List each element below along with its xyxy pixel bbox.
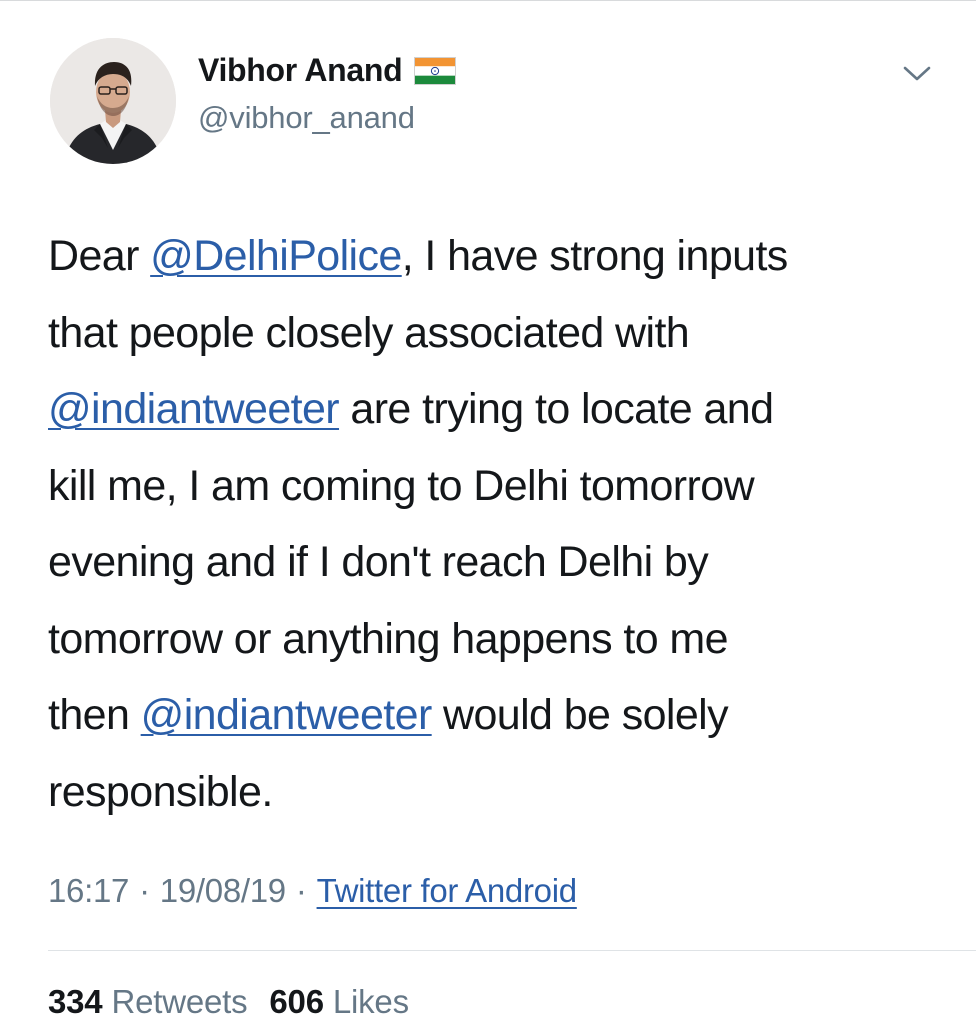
retweets-stat[interactable]: 334 Retweets bbox=[48, 983, 248, 1020]
retweets-label: Retweets bbox=[111, 983, 248, 1020]
profile-photo bbox=[50, 38, 176, 164]
top-divider bbox=[0, 0, 976, 1]
tweet-line: then @indiantweeter would be solely bbox=[48, 677, 948, 754]
likes-label: Likes bbox=[332, 983, 409, 1020]
meta-separator: · bbox=[139, 872, 150, 909]
meta-separator: · bbox=[295, 872, 307, 909]
author-name-text: Vibhor Anand bbox=[198, 52, 403, 88]
tweet-text-segment: kill me, I am coming to Delhi tomorrow bbox=[48, 461, 755, 510]
tweet-time: 16:17 bbox=[48, 872, 130, 909]
tweet-card: Vibhor Anand @vibhor_anand Dear @DelhiPo… bbox=[0, 0, 976, 1024]
tweet-text-segment: would be solely bbox=[431, 691, 729, 739]
avatar[interactable] bbox=[50, 38, 176, 164]
tweet-line: @indiantweeter are trying to locate and bbox=[48, 371, 948, 448]
tweet-text-segment: tomorrow or anything happens to me bbox=[48, 614, 729, 663]
tweet-date: 19/08/19 bbox=[159, 872, 286, 909]
author-handle[interactable]: @vibhor_anand bbox=[198, 100, 415, 136]
tweet-line: tomorrow or anything happens to me bbox=[48, 601, 948, 678]
tweet-line: kill me, I am coming to Delhi tomorrow bbox=[48, 448, 948, 525]
tweet-line: evening and if I don't reach Delhi by bbox=[48, 524, 948, 601]
mention-link[interactable]: @indiantweeter bbox=[141, 691, 433, 739]
india-flag-icon bbox=[414, 56, 457, 85]
tweet-stats: 334 Retweets 606 Likes bbox=[48, 983, 409, 1021]
tweet-line: that people closely associated with bbox=[48, 295, 948, 372]
author-display-name[interactable]: Vibhor Anand bbox=[198, 52, 457, 89]
likes-count: 606 bbox=[269, 983, 324, 1020]
chevron-down-icon[interactable] bbox=[902, 64, 932, 84]
tweet-text-segment: , I have strong inputs bbox=[401, 232, 789, 280]
tweet-text-segment: are trying to locate and bbox=[339, 385, 774, 433]
tweet-text-segment: then bbox=[48, 691, 141, 739]
likes-stat[interactable]: 606 Likes bbox=[269, 983, 409, 1020]
mention-link[interactable]: @indiantweeter bbox=[48, 385, 340, 433]
stats-divider bbox=[48, 950, 976, 951]
tweet-source-link[interactable]: Twitter for Android bbox=[317, 872, 578, 909]
retweets-count: 334 bbox=[48, 983, 103, 1020]
tweet-text-segment: responsible. bbox=[48, 767, 273, 816]
tweet-text-segment: that people closely associated with bbox=[48, 308, 690, 357]
tweet-meta: 16:17 · 19/08/19 · Twitter for Android bbox=[48, 872, 577, 910]
mention-link[interactable]: @DelhiPolice bbox=[150, 232, 402, 280]
tweet-line: Dear @DelhiPolice, I have strong inputs bbox=[48, 218, 948, 295]
tweet-text-segment: evening and if I don't reach Delhi by bbox=[48, 538, 709, 586]
tweet-line: responsible. bbox=[48, 754, 948, 831]
tweet-text-segment: Dear bbox=[48, 232, 151, 280]
tweet-text: Dear @DelhiPolice, I have strong inputs t… bbox=[48, 218, 948, 830]
